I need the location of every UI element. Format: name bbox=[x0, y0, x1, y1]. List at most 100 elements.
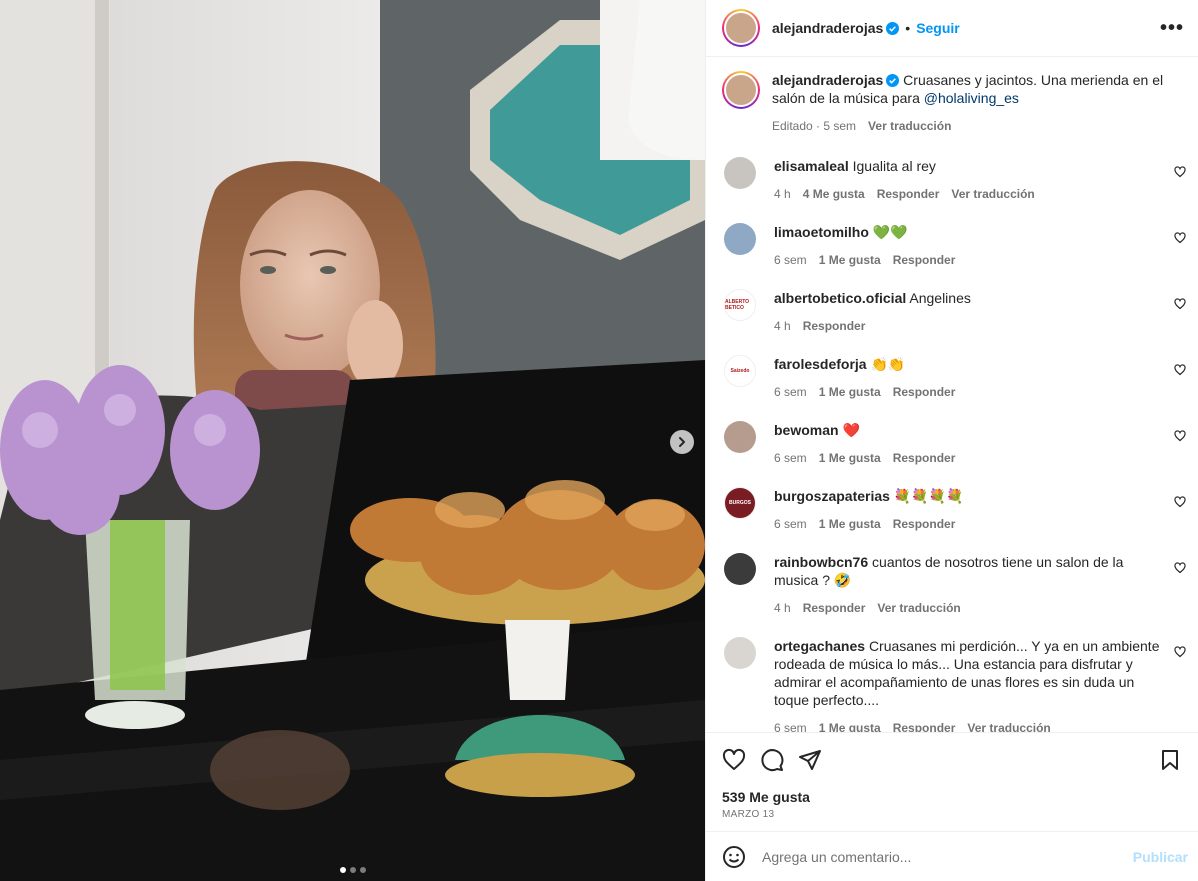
reply-button[interactable]: Responder bbox=[803, 599, 866, 617]
commenter-username[interactable]: limaoetomilho bbox=[774, 224, 869, 240]
commenter-avatar[interactable] bbox=[724, 223, 756, 255]
comment-text: ❤️ bbox=[842, 422, 860, 438]
comment-meta: 6 sem 1 Me gusta Responder bbox=[774, 449, 1162, 467]
commenter-username[interactable]: bewoman bbox=[774, 422, 839, 438]
comment-text: 👏👏 bbox=[870, 356, 906, 372]
comment-likes[interactable]: 1 Me gusta bbox=[819, 515, 881, 533]
comment-time: 6 sem bbox=[774, 517, 807, 531]
next-slide-button[interactable] bbox=[670, 430, 694, 454]
caption-avatar[interactable] bbox=[722, 71, 760, 109]
author-avatar-image bbox=[724, 11, 758, 45]
verified-badge-icon bbox=[886, 22, 900, 35]
commenter-avatar[interactable] bbox=[724, 421, 756, 453]
comment-body: bewoman ❤️ 6 sem 1 Me gusta Responder bbox=[774, 421, 1186, 467]
more-options-icon[interactable]: ••• bbox=[1160, 18, 1184, 38]
commenter-avatar[interactable]: ALBERTO BETICO bbox=[724, 289, 756, 321]
caption-meta: Editado · 5 sem Ver traducción bbox=[772, 117, 1186, 135]
comment-time: 6 sem bbox=[774, 253, 807, 267]
comment-text: Igualita al rey bbox=[852, 158, 936, 174]
commenter-avatar[interactable] bbox=[724, 553, 756, 585]
reply-button[interactable]: Responder bbox=[877, 185, 940, 203]
comment-body: burgoszapaterias 💐💐💐💐 6 sem 1 Me gusta Resp… bbox=[774, 487, 1186, 533]
caption-translate-button[interactable]: Ver traducción bbox=[868, 117, 951, 135]
comment-icon[interactable] bbox=[760, 748, 784, 772]
caption-username[interactable]: alejandraderojas bbox=[772, 72, 883, 88]
comment-time: 4 h bbox=[774, 319, 791, 333]
commenter-avatar[interactable] bbox=[724, 637, 756, 669]
reply-button[interactable]: Responder bbox=[893, 251, 956, 269]
reply-button[interactable]: Responder bbox=[893, 515, 956, 533]
comment-like-heart-icon[interactable] bbox=[1174, 298, 1186, 310]
comment-likes[interactable]: 1 Me gusta bbox=[819, 719, 881, 732]
verified-badge-icon bbox=[886, 74, 900, 87]
author-username[interactable]: alejandraderojas bbox=[772, 20, 900, 36]
reply-button[interactable]: Responder bbox=[893, 449, 956, 467]
comment-body: farolesdeforja 👏👏 6 sem 1 Me gusta Responde… bbox=[774, 355, 1186, 401]
emoji-icon[interactable] bbox=[722, 845, 746, 869]
comment-like-heart-icon[interactable] bbox=[1174, 430, 1186, 442]
author-avatar[interactable] bbox=[722, 9, 760, 47]
commenter-avatar[interactable]: BURGOS bbox=[724, 487, 756, 519]
caption-mention-link[interactable]: @holaliving_es bbox=[924, 90, 1019, 106]
follow-button[interactable]: Seguir bbox=[916, 20, 960, 36]
comment-likes[interactable]: 1 Me gusta bbox=[819, 251, 881, 269]
comment-meta: 4 h 4 Me gusta Responder Ver traducción bbox=[774, 185, 1162, 203]
caption-avatar-image bbox=[724, 73, 758, 107]
translate-button[interactable]: Ver traducción bbox=[967, 719, 1050, 732]
comment-body: elisamaleal Igualita al rey 4 h 4 Me gusta… bbox=[774, 157, 1186, 203]
comment-meta: 6 sem 1 Me gusta Responder bbox=[774, 383, 1162, 401]
comments-list[interactable]: alejandraderojas Cruasanes y jacintos. U… bbox=[706, 57, 1198, 732]
comment-like-heart-icon[interactable] bbox=[1174, 496, 1186, 508]
post-date: MARZO 13 bbox=[722, 809, 775, 820]
commenter-username[interactable]: burgoszapaterias bbox=[774, 488, 890, 504]
reply-button[interactable]: Responder bbox=[893, 719, 956, 732]
comment-time: 4 h bbox=[774, 601, 791, 615]
post-media[interactable] bbox=[0, 0, 705, 881]
comment-time: 6 sem bbox=[774, 451, 807, 465]
commenter-username[interactable]: elisamaleal bbox=[774, 158, 849, 174]
comment-like-heart-icon[interactable] bbox=[1174, 232, 1186, 244]
commenter-username[interactable]: rainbowbcn76 bbox=[774, 554, 868, 570]
comment-like-heart-icon[interactable] bbox=[1174, 364, 1186, 376]
comment-like-heart-icon[interactable] bbox=[1174, 646, 1186, 658]
post-actions: 539 Me gusta MARZO 13 bbox=[706, 732, 1198, 831]
save-icon[interactable] bbox=[1158, 748, 1182, 772]
likes-count[interactable]: 539 Me gusta bbox=[722, 789, 1182, 805]
comment-meta: 4 h Responder Ver traducción bbox=[774, 599, 1162, 617]
publish-button[interactable]: Publicar bbox=[1133, 849, 1188, 865]
next-arrow-icon bbox=[679, 437, 685, 447]
comment-item: rainbowbcn76 cuantos de nosotros tiene u… bbox=[722, 553, 1186, 617]
comment-item: ALBERTO BETICO albertobetico.oficial Ange… bbox=[722, 289, 1186, 335]
post-caption: alejandraderojas Cruasanes y jacintos. U… bbox=[722, 71, 1186, 135]
author-username-text[interactable]: alejandraderojas bbox=[772, 20, 883, 36]
share-icon[interactable] bbox=[798, 748, 822, 772]
comment-item: elisamaleal Igualita al rey 4 h 4 Me gusta… bbox=[722, 157, 1186, 203]
comment-time: 6 sem bbox=[774, 385, 807, 399]
comment-item: bewoman ❤️ 6 sem 1 Me gusta Responder bbox=[722, 421, 1186, 467]
comment-meta: 4 h Responder bbox=[774, 317, 1162, 335]
comment-likes[interactable]: 1 Me gusta bbox=[819, 383, 881, 401]
comment-item: BURGOS burgoszapaterias 💐💐💐💐 6 sem 1 Me gus… bbox=[722, 487, 1186, 533]
instagram-post-modal: alejandraderojas • Seguir ••• alejandrad… bbox=[0, 0, 1198, 881]
commenter-avatar[interactable] bbox=[724, 157, 756, 189]
comment-time: 4 h bbox=[774, 187, 791, 201]
comment-likes[interactable]: 1 Me gusta bbox=[819, 449, 881, 467]
commenter-username[interactable]: farolesdeforja bbox=[774, 356, 867, 372]
commenter-username[interactable]: ortegachanes bbox=[774, 638, 865, 654]
comment-meta: 6 sem 1 Me gusta Responder bbox=[774, 515, 1162, 533]
translate-button[interactable]: Ver traducción bbox=[877, 599, 960, 617]
add-comment-bar: Publicar bbox=[706, 831, 1198, 881]
reply-button[interactable]: Responder bbox=[893, 383, 956, 401]
commenter-avatar[interactable]: Saizedo bbox=[724, 355, 756, 387]
comment-like-heart-icon[interactable] bbox=[1174, 166, 1186, 178]
slide-dot bbox=[359, 867, 366, 873]
comment-input[interactable] bbox=[762, 848, 1133, 865]
comment-likes[interactable]: 4 Me gusta bbox=[803, 185, 865, 203]
comment-like-heart-icon[interactable] bbox=[1174, 562, 1186, 574]
reply-button[interactable]: Responder bbox=[803, 317, 866, 335]
caption-body: alejandraderojas Cruasanes y jacintos. U… bbox=[772, 71, 1186, 135]
comment-body: albertobetico.oficial Angelines 4 h Respon… bbox=[774, 289, 1186, 335]
translate-button[interactable]: Ver traducción bbox=[951, 185, 1034, 203]
commenter-username[interactable]: albertobetico.oficial bbox=[774, 290, 906, 306]
heart-icon[interactable] bbox=[722, 748, 746, 772]
